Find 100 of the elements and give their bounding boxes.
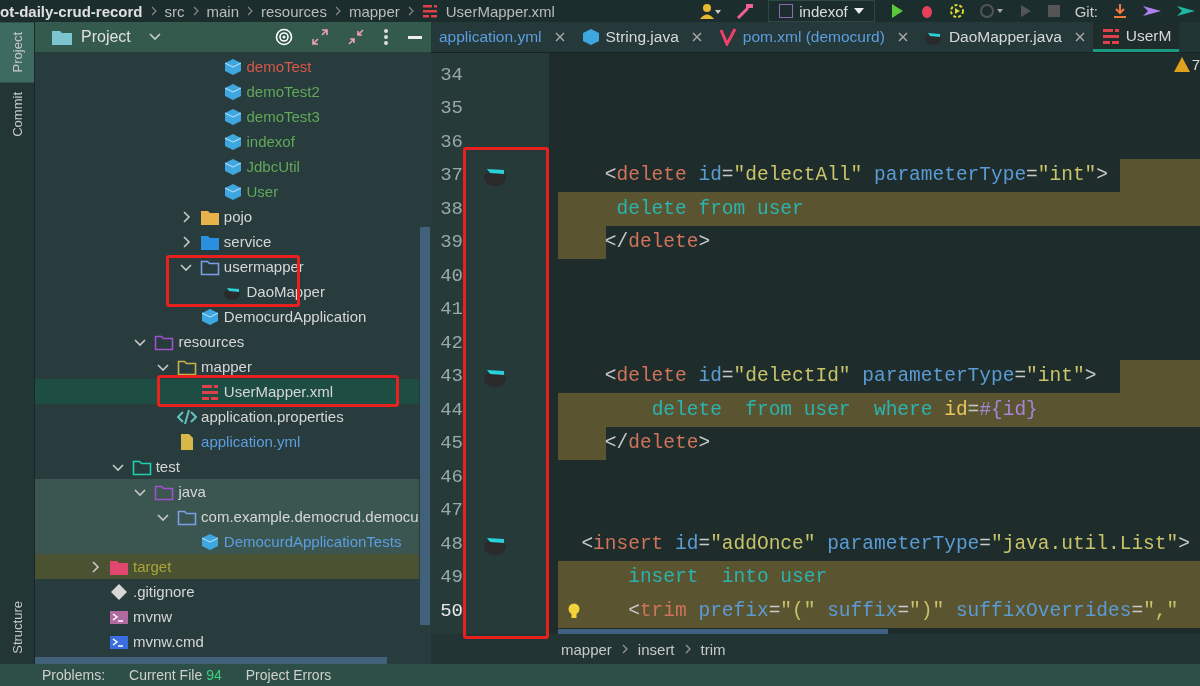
tree-item[interactable]: mapper: [201, 358, 252, 375]
line-number: 40: [439, 264, 463, 287]
code-token: parameterType: [827, 532, 980, 555]
code-token: parameterType: [874, 164, 1027, 187]
editor-tab[interactable]: pom.xml (democurd): [709, 22, 916, 52]
tree-item[interactable]: resources: [178, 333, 245, 350]
code-token: =: [1131, 599, 1144, 622]
side-tab[interactable]: Structure: [0, 591, 34, 664]
close-icon[interactable]: [691, 32, 702, 42]
line-number: 45: [439, 432, 463, 455]
cube-icon: [222, 107, 243, 126]
expand-icon[interactable]: [311, 28, 329, 46]
breadcrumb-item[interactable]: insert: [637, 640, 675, 658]
code-token: "int": [1026, 365, 1085, 388]
chevron-icon: [407, 6, 414, 16]
cube-icon: [580, 28, 601, 46]
tree-item[interactable]: demoTest2: [246, 83, 320, 100]
warning-icon: [1173, 57, 1190, 72]
tree-item[interactable]: test: [155, 458, 180, 475]
breadcrumb-item[interactable]: resources: [261, 2, 327, 20]
code-token: <: [581, 532, 594, 555]
git-label: Git:: [1074, 2, 1098, 20]
target-icon[interactable]: [275, 28, 293, 46]
cube-icon: [199, 532, 220, 551]
chevron-icon: [148, 33, 161, 41]
problems-tab[interactable]: Current File 94: [129, 667, 222, 683]
editor-tab[interactable]: String.java: [572, 22, 710, 52]
project-view-dropdown[interactable]: Project: [51, 28, 161, 46]
line-number: 48: [439, 532, 463, 555]
line-number: 35: [439, 97, 463, 120]
tree-item[interactable]: .gitignore: [133, 583, 195, 600]
line-number: 44: [439, 398, 463, 421]
tree-item[interactable]: mvnw: [133, 608, 173, 625]
line-number: 46: [439, 465, 463, 488]
hammer-icon[interactable]: [736, 3, 755, 19]
code-token: "addOnce": [710, 532, 816, 555]
chevron-icon[interactable]: [89, 560, 101, 573]
tree-item[interactable]: JdbcUtil: [246, 158, 300, 175]
chevron-icon: [684, 644, 691, 654]
collapse-icon[interactable]: [347, 28, 365, 46]
lines-icon: [421, 4, 438, 18]
breadcrumb-item[interactable]: mapper: [561, 640, 612, 658]
user-icon[interactable]: [700, 3, 723, 19]
close-icon[interactable]: [897, 32, 908, 42]
scrollbar[interactable]: [558, 629, 888, 634]
scrollbar[interactable]: [35, 657, 387, 664]
breadcrumb-item[interactable]: UserMapper.xml: [445, 2, 555, 20]
line-number: 42: [439, 331, 463, 354]
tree-item[interactable]: service: [223, 233, 272, 250]
code-token: #{id}: [979, 398, 1038, 421]
cube-icon: [222, 57, 243, 76]
tree-item[interactable]: mvnw.cmd: [133, 633, 204, 650]
chevron-icon: [334, 6, 341, 16]
breadcrumb-item[interactable]: mapper: [348, 2, 400, 20]
tree-item[interactable]: application.properties: [201, 408, 344, 425]
tree-item[interactable]: DemocurdApplication: [223, 308, 367, 325]
chevron-icon: [621, 644, 628, 654]
code-token: >: [1084, 365, 1097, 388]
lines-icon: [199, 382, 220, 401]
problems-label: Problems:: [42, 667, 106, 683]
editor-tab[interactable]: UserM: [1092, 22, 1180, 52]
editor-tab[interactable]: application.yml: [431, 22, 573, 52]
code-token: =: [698, 532, 711, 555]
arrow-icon[interactable]: [1176, 3, 1196, 19]
v-icon: [717, 28, 738, 46]
breadcrumb-item[interactable]: src: [164, 2, 185, 20]
more-icon[interactable]: [383, 28, 389, 46]
editor-tab[interactable]: DaoMapper.java: [915, 22, 1093, 52]
chevron-icon: [192, 6, 199, 16]
code-token: suffixOverrides: [955, 599, 1132, 622]
tree-item[interactable]: pojo: [223, 208, 253, 225]
tree-item[interactable]: application.yml: [201, 433, 301, 450]
breadcrumb-item[interactable]: trim: [700, 640, 726, 658]
code-token: "(": [780, 599, 816, 622]
arrow-icon[interactable]: [1142, 3, 1162, 19]
side-tab[interactable]: Project: [0, 22, 34, 83]
tree-item[interactable]: UserMapper.xml: [223, 383, 333, 400]
side-tab[interactable]: Commit: [0, 82, 34, 148]
code-token: =: [721, 365, 734, 388]
code-token: "int": [1037, 164, 1097, 187]
tree-item[interactable]: demoTest3: [246, 108, 320, 125]
tree-item[interactable]: User: [246, 183, 279, 200]
close-icon[interactable]: [1074, 32, 1085, 42]
download-icon[interactable]: [1112, 3, 1128, 19]
code-token: >: [1178, 532, 1190, 555]
line-number: 37: [439, 164, 463, 187]
line-number: 47: [439, 499, 463, 522]
breadcrumb-item[interactable]: main: [206, 2, 240, 20]
breadcrumb-item[interactable]: ot-daily-crud-record: [0, 2, 143, 20]
coverage-icon[interactable]: [948, 3, 965, 19]
problems-tab[interactable]: Project Errors: [245, 667, 332, 683]
line-number: 36: [439, 130, 463, 153]
cube-icon: [222, 157, 243, 176]
scrollbar[interactable]: [420, 227, 430, 625]
cube-icon: [199, 307, 220, 326]
tree-item[interactable]: indexof: [246, 133, 295, 150]
close-icon[interactable]: [554, 32, 565, 42]
tree-item[interactable]: java: [178, 483, 206, 500]
warning-count[interactable]: 7: [1173, 56, 1200, 73]
run-config-dropdown[interactable]: indexof: [768, 0, 875, 22]
